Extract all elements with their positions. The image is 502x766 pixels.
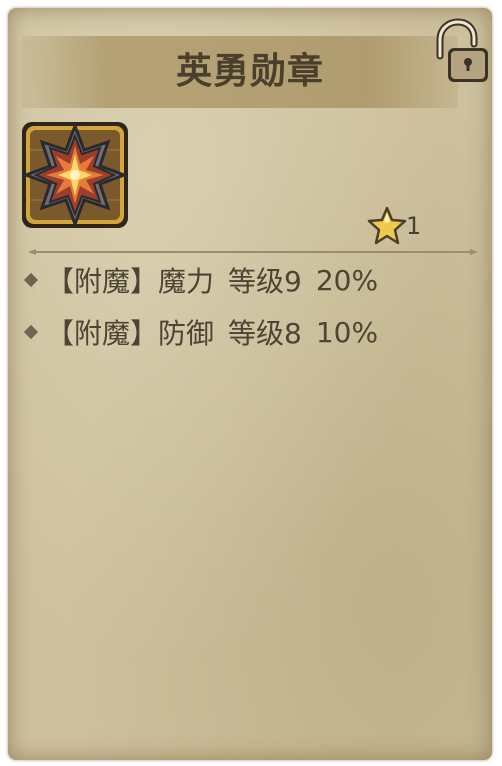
item-detail-card: 英勇勋章 1 【附魔】 魔力 等级9 20% 【附魔】 防御 等级8 10%: [8, 8, 492, 760]
medal-star-icon[interactable]: [20, 120, 130, 230]
attribute-value: 20%: [315, 263, 379, 297]
attribute-stat: 防御: [158, 317, 215, 350]
attribute-stat: 魔力: [158, 265, 215, 298]
diamond-bullet-icon: [23, 324, 39, 340]
star-count: 1: [406, 212, 422, 240]
unlocked-padlock-icon[interactable]: [432, 18, 492, 88]
item-title: 英勇勋章: [175, 51, 324, 92]
star-icon: [366, 206, 408, 246]
attribute-value: 10%: [315, 315, 379, 349]
attribute-level: 等级9: [228, 265, 302, 298]
divider: [28, 242, 478, 255]
attribute-level: 等级8: [228, 317, 302, 350]
attribute-tag: 【附魔】: [46, 265, 159, 298]
attribute-tag: 【附魔】: [46, 317, 159, 350]
attribute-row: 【附魔】 魔力 等级9 20%: [22, 260, 378, 300]
diamond-bullet-icon: [23, 272, 39, 288]
attribute-row: 【附魔】 防御 等级8 10%: [22, 312, 378, 352]
